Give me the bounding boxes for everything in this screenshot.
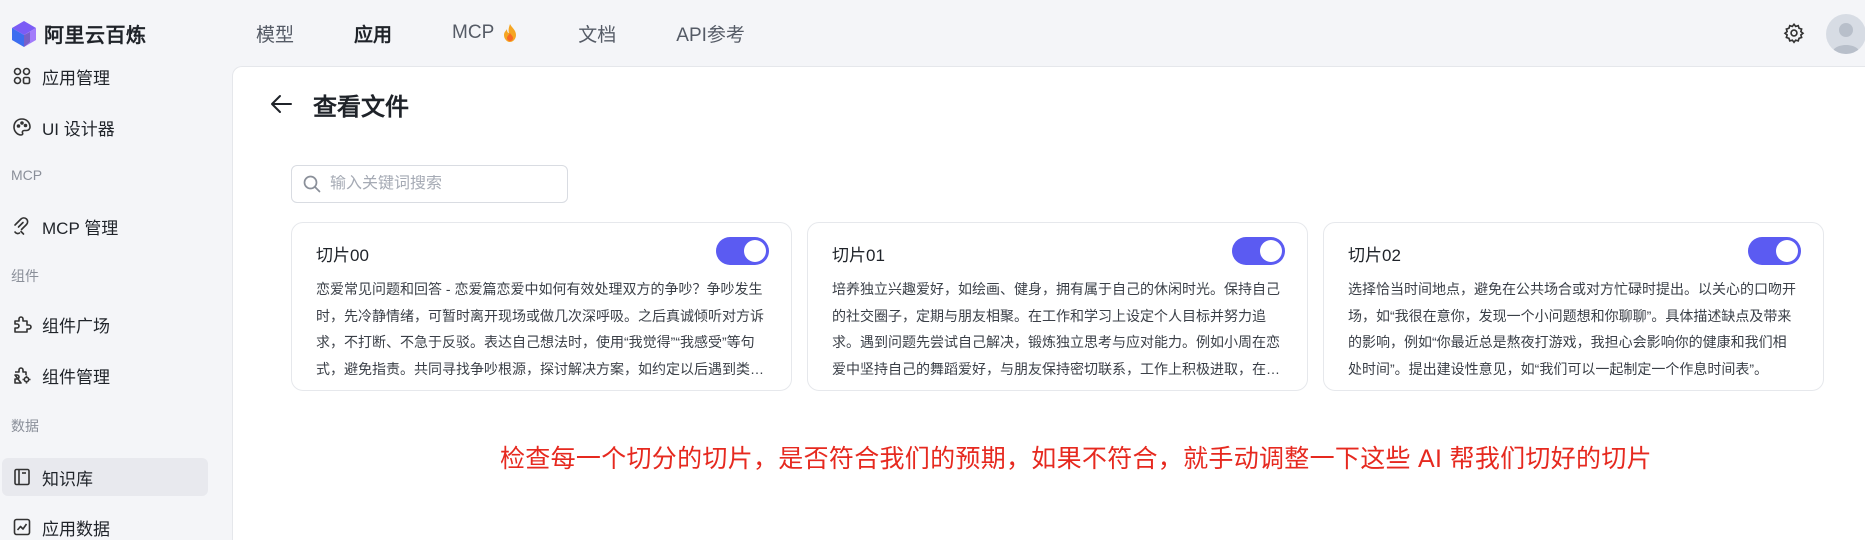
- gear-icon[interactable]: [1783, 22, 1805, 44]
- sidebar: 应用管理 UI 设计器 MCP MCP 管理 组件 组件广场 组件管理 数据 知…: [0, 56, 232, 540]
- sidebar-item-label: 组件广场: [42, 316, 110, 336]
- chunk-content: 恋爱常见问题和回答 - 恋爱篇恋爱中如何有效处理双方的争吵？争吵发生时，先冷静情…: [316, 281, 764, 377]
- sidebar-group-data: 数据: [11, 418, 39, 434]
- nav-label: 应用: [354, 24, 393, 46]
- nav-item-apps[interactable]: 应用: [354, 20, 392, 46]
- chunk-card[interactable]: 切片01 培养独立兴趣爱好，如绘画、健身，拥有属于自己的休闲时光。保持自己的社交…: [807, 222, 1308, 391]
- chunk-card[interactable]: 切片02 选择恰当时间地点，避免在公共场合或对方忙碌时提出。以关心的口吻开场，如…: [1323, 222, 1824, 391]
- chart-icon: [13, 518, 31, 536]
- book-icon: [14, 468, 30, 486]
- back-arrow-icon[interactable]: [269, 91, 295, 117]
- chunk-toggle[interactable]: [1748, 237, 1801, 265]
- chunk-content: 选择恰当时间地点，避免在公共场合或对方忙碌时提出。以关心的口吻开场，如“我很在意…: [1348, 281, 1796, 377]
- nav-label: API参考: [676, 24, 745, 46]
- app-logo[interactable]: 阿里云百炼: [10, 19, 147, 48]
- chunk-title: 切片00: [316, 246, 369, 265]
- sidebar-group-mcp: MCP: [11, 167, 43, 183]
- sidebar-item-mcp-management[interactable]: MCP 管理: [2, 207, 208, 245]
- fire-icon: [504, 24, 517, 42]
- sidebar-group-components: 组件: [11, 268, 39, 284]
- sidebar-item-knowledge-base[interactable]: 知识库: [2, 458, 208, 496]
- search-box[interactable]: [291, 165, 568, 203]
- nav-item-mcp[interactable]: MCP: [452, 20, 518, 46]
- nav-label: MCP: [452, 22, 495, 43]
- sidebar-item-component-management[interactable]: 组件管理: [2, 356, 208, 394]
- sidebar-item-ui-designer[interactable]: UI 设计器: [2, 108, 208, 146]
- search-icon: [303, 175, 321, 193]
- apps-icon: [13, 67, 31, 85]
- nav-label: 模型: [256, 24, 295, 46]
- sidebar-item-label: UI 设计器: [42, 119, 115, 139]
- nav-label: 文档: [578, 24, 617, 46]
- avatar[interactable]: [1826, 14, 1865, 54]
- chunk-title: 切片01: [832, 246, 885, 265]
- search-input[interactable]: [330, 175, 560, 193]
- annotation-text: 检查每一个切分的切片，是否符合我们的预期，如果不符合，就手动调整一下这些 AI …: [500, 445, 1652, 473]
- sidebar-item-label: 应用管理: [42, 68, 110, 88]
- logo-icon: [12, 20, 36, 47]
- nav-item-api[interactable]: API参考: [676, 20, 745, 46]
- page-title: 查看文件: [313, 94, 409, 121]
- chunk-card[interactable]: 切片00 恋爱常见问题和回答 - 恋爱篇恋爱中如何有效处理双方的争吵？争吵发生时…: [291, 222, 792, 391]
- chunk-toggle[interactable]: [1232, 237, 1285, 265]
- palette-icon: [13, 118, 31, 136]
- user-icon: [1832, 23, 1860, 54]
- app-name: 阿里云百炼: [44, 25, 147, 47]
- sidebar-item-label: 应用数据: [42, 519, 110, 539]
- mcp-icon: [14, 217, 29, 235]
- chunk-title: 切片02: [1348, 246, 1401, 265]
- sidebar-item-label: 知识库: [42, 469, 93, 489]
- nav-item-docs[interactable]: 文档: [578, 20, 616, 46]
- sidebar-item-label: 组件管理: [42, 367, 110, 387]
- puzzle-icon: [14, 316, 32, 333]
- sidebar-item-label: MCP 管理: [42, 218, 119, 238]
- top-nav: 模型 应用 MCP 文档 API参考: [256, 20, 805, 46]
- chunk-toggle[interactable]: [716, 237, 769, 265]
- sidebar-item-component-plaza[interactable]: 组件广场: [2, 305, 208, 343]
- puzzle-gear-icon: [14, 367, 31, 384]
- sidebar-item-app-management[interactable]: 应用管理: [2, 57, 208, 95]
- sidebar-item-app-data[interactable]: 应用数据: [2, 508, 208, 540]
- nav-item-models[interactable]: 模型: [256, 20, 294, 46]
- chunk-content: 培养独立兴趣爱好，如绘画、健身，拥有属于自己的休闲时光。保持自己的社交圈子，定期…: [832, 281, 1280, 377]
- main-panel: 查看文件 切片00 恋爱常见问题和回答 - 恋爱篇恋爱中如何有效处理双方的争吵？…: [232, 66, 1865, 540]
- top-header: 阿里云百炼 模型 应用 MCP 文档 API参考: [0, 0, 1865, 66]
